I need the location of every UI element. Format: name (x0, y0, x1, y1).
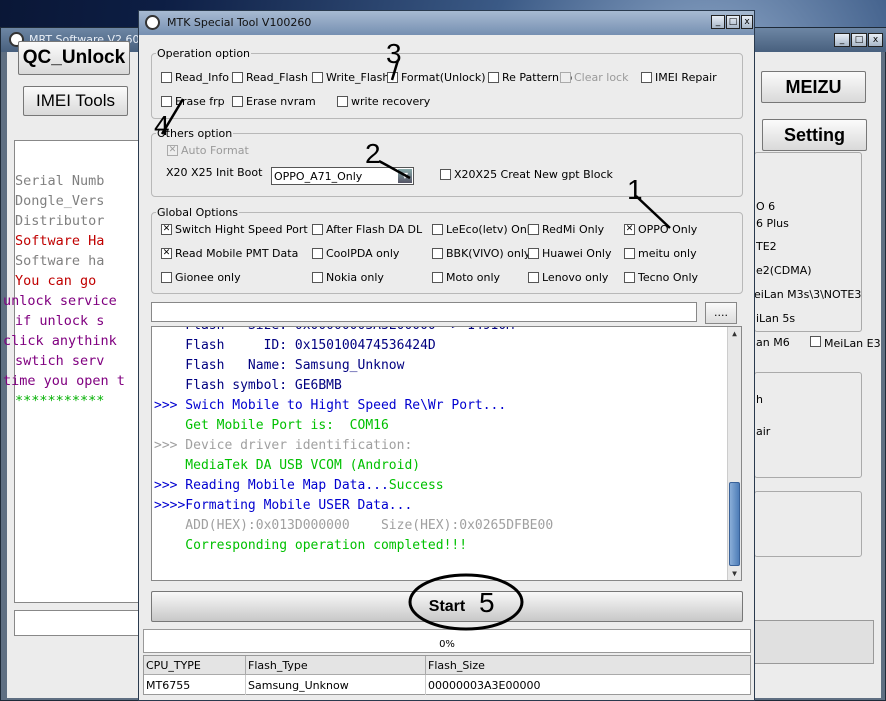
annotation-stroke-2 (378, 159, 411, 180)
annotation-number-5: 5 (479, 587, 495, 618)
annotation-number-4: 4 (154, 110, 170, 141)
annotation-circle-start (408, 573, 524, 631)
annotation-number-2: 2 (365, 138, 381, 169)
annotation-number-1: 1 (627, 174, 643, 205)
annotation-overlay (160, 59, 671, 631)
annotation-number-3: 3 (386, 38, 402, 69)
